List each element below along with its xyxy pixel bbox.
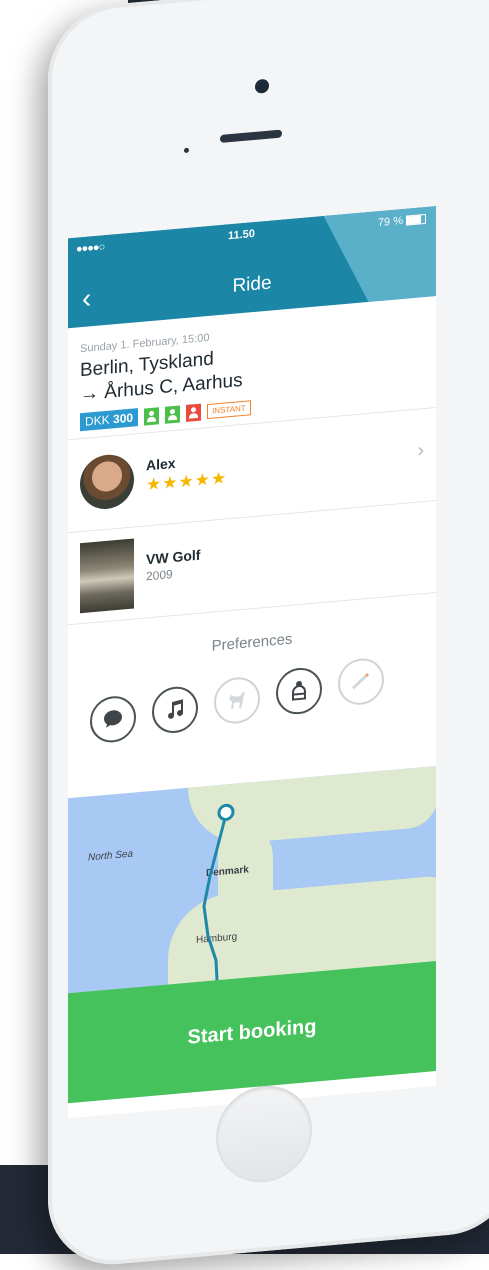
price-badge: DKK 300 — [80, 408, 139, 432]
signal-indicator: ●●●●○ — [76, 241, 105, 256]
app-screen: ●●●●○ 11.50 79 % ‹ Ride Sunday 1. Februa… — [68, 206, 436, 1119]
seat-icon — [276, 666, 322, 717]
chat-glyph — [104, 710, 122, 728]
preferences-title: Preferences — [211, 630, 293, 655]
battery-icon — [406, 214, 426, 226]
seat-taken-icon — [186, 403, 202, 422]
car-photo — [80, 538, 134, 614]
chat-icon — [90, 694, 136, 745]
cigarette-icon — [338, 656, 384, 707]
seat-free-icon — [144, 406, 160, 426]
car-year: 2009 — [146, 567, 173, 584]
sensor-dot — [184, 147, 189, 154]
cigarette-glyph — [352, 673, 370, 690]
battery-text: 79 % — [377, 214, 403, 230]
driver-name: Alex — [146, 454, 176, 474]
driver-avatar — [80, 452, 134, 512]
price-value: 300 — [113, 410, 134, 427]
instant-badge: INSTANT — [207, 399, 251, 419]
music-glyph — [168, 699, 184, 719]
music-icon — [152, 684, 198, 735]
earpiece-speaker — [220, 129, 282, 143]
status-time: 11.50 — [228, 227, 255, 243]
seat-glyph — [292, 681, 306, 701]
car-model: VW Golf — [146, 546, 201, 568]
chevron-right-icon[interactable]: › — [417, 439, 424, 463]
price-currency: DKK — [85, 412, 110, 429]
pet-icon — [214, 675, 260, 726]
seat-free-icon — [165, 404, 181, 424]
driver-rating-stars: ★★★★★ — [146, 468, 228, 495]
front-camera — [255, 78, 269, 94]
pet-glyph — [229, 691, 245, 709]
phone-frame: ●●●●○ 11.50 79 % ‹ Ride Sunday 1. Februa… — [48, 0, 489, 1270]
